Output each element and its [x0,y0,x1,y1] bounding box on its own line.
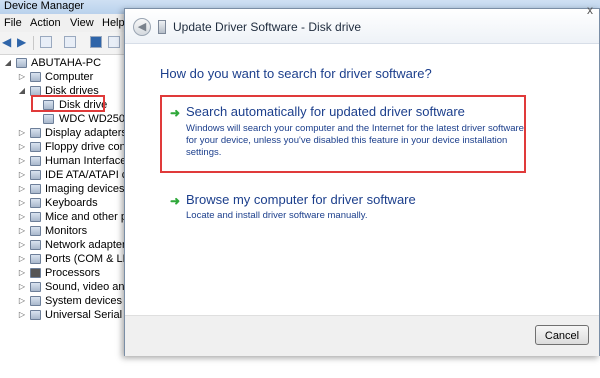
floppy-controller-icon [30,142,41,152]
expand-arrow-icon[interactable]: ▷ [18,70,26,84]
usb-icon [30,310,41,320]
tree-item-usb[interactable]: ▷ Universal Serial Bus [0,308,124,322]
monitor-icon [30,226,41,236]
cancel-button[interactable]: Cancel [535,325,589,345]
expand-arrow-icon[interactable]: ▷ [18,294,26,308]
expand-arrow-icon[interactable]: ▷ [18,224,26,238]
display-adapter-icon [30,128,41,138]
menu-file[interactable]: File [4,17,22,29]
tree-item-mice[interactable]: ▷ Mice and other poi [0,210,124,224]
disk-drive-icon [43,114,54,124]
dialog-footer: Cancel [125,315,599,356]
tree-item-imaging[interactable]: ▷ Imaging devices [0,182,124,196]
bottom-strip [0,356,600,378]
tree-item-floppy[interactable]: ▷ Floppy drive contro [0,140,124,154]
mouse-icon [30,212,41,222]
option-auto-title[interactable]: Search automatically for updated driver … [186,104,465,119]
tree-item-processors[interactable]: ▷ Processors [0,266,124,280]
tree-item-hid[interactable]: ▷ Human Interface D [0,154,124,168]
dialog-header: ◀ Update Driver Software - Disk drive x [125,3,599,44]
expand-arrow-icon[interactable]: ▷ [18,154,26,168]
collapse-arrow-icon[interactable]: ◢ [18,84,26,98]
menu-help[interactable]: Help [102,17,125,29]
system-device-icon [30,296,41,306]
tree-item-wdc[interactable]: WDC WD2500JS [0,112,124,126]
back-arrow-icon[interactable]: ◀ [2,35,11,49]
disk-drive-highlight [31,95,105,112]
keyboard-icon [30,198,41,208]
collapse-arrow-icon[interactable]: ◢ [4,56,12,70]
hid-icon [30,156,41,166]
tree-item-monitors[interactable]: ▷ Monitors [0,224,124,238]
help-icon[interactable] [90,36,102,48]
expand-arrow-icon[interactable]: ▷ [18,238,26,252]
forward-arrow-icon[interactable]: ▶ [17,35,26,49]
disk-drive-icon [158,20,166,34]
close-icon[interactable]: x [587,3,593,17]
tree-item-ide[interactable]: ▷ IDE ATA/ATAPI con [0,168,124,182]
expand-arrow-icon[interactable]: ▷ [18,252,26,266]
tree-item-network[interactable]: ▷ Network adapters [0,238,124,252]
properties-icon[interactable] [64,36,76,48]
computer-icon [16,58,27,68]
tree-item-system[interactable]: ▷ System devices [0,294,124,308]
option-browse-title[interactable]: Browse my computer for driver software [186,192,416,207]
tree-item-keyboards[interactable]: ▷ Keyboards [0,196,124,210]
ide-controller-icon [30,170,41,180]
expand-arrow-icon[interactable]: ▷ [18,308,26,322]
menu-view[interactable]: View [70,17,94,29]
option-auto-desc-3: settings. [186,147,222,158]
scan-hardware-icon[interactable] [108,36,120,48]
tree-item-sound[interactable]: ▷ Sound, video and g [0,280,124,294]
expand-arrow-icon[interactable]: ▷ [18,182,26,196]
toolbar-separator [33,36,34,50]
expand-arrow-icon[interactable]: ▷ [18,196,26,210]
tree-item-computer[interactable]: ▷ Computer [0,70,124,84]
network-adapter-icon [30,240,41,250]
update-driver-dialog: ◀ Update Driver Software - Disk drive x … [124,3,600,356]
expand-arrow-icon[interactable]: ▷ [18,126,26,140]
question-heading: How do you want to search for driver sof… [160,66,432,81]
port-icon [30,254,41,264]
dialog-title: Update Driver Software - Disk drive [173,20,362,34]
tree-root[interactable]: ◢ ABUTAHA-PC [0,56,124,70]
menu-action[interactable]: Action [30,17,61,29]
tree-item-ports[interactable]: ▷ Ports (COM & LPT) [0,252,124,266]
expand-arrow-icon[interactable]: ▷ [18,210,26,224]
expand-arrow-icon[interactable]: ▷ [18,280,26,294]
expand-arrow-icon[interactable]: ▷ [18,168,26,182]
green-arrow-icon: ➜ [170,106,181,120]
dialog-body: How do you want to search for driver sof… [125,44,599,315]
expand-arrow-icon[interactable]: ▷ [18,140,26,154]
sound-icon [30,282,41,292]
option-auto-desc-1: Windows will search your computer and th… [186,123,524,134]
green-arrow-icon: ➜ [170,194,181,208]
show-hide-tree-icon[interactable] [40,36,52,48]
tree-item-display-adapters[interactable]: ▷ Display adapters [0,126,124,140]
expand-arrow-icon[interactable]: ▷ [18,266,26,280]
camera-icon [30,184,41,194]
computer-icon [30,72,41,82]
processor-icon [30,268,41,278]
option-browse-desc: Locate and install driver software manua… [186,210,368,221]
option-auto-desc-2: for your device, unless you've disabled … [186,135,508,146]
back-button[interactable]: ◀ [133,18,151,36]
